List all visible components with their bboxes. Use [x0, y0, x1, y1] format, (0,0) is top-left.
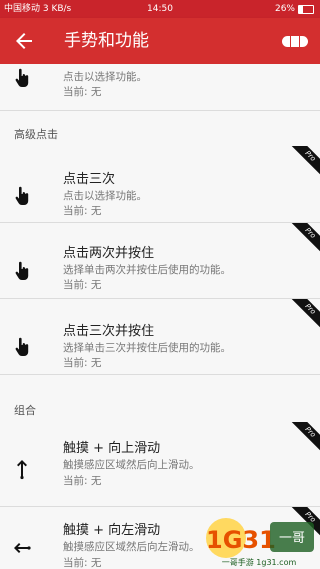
section-header-advanced-tap: 高级点击 [14, 128, 58, 141]
swipe-up-icon [17, 460, 27, 480]
back-arrow-icon[interactable] [12, 29, 36, 53]
item-title: 点击三次 [63, 172, 116, 187]
section-header-combo: 组合 [14, 404, 36, 417]
clock: 14:50 [147, 4, 173, 14]
item-title: 点击三次并按住 [63, 324, 155, 339]
item-subtitle: 点击以选择功能。 [63, 71, 147, 83]
item-subtitle: 选择单击两次并按住后使用的功能。 [63, 264, 231, 276]
svg-text:1G31: 1G31 [206, 526, 276, 554]
list-item-triple-tap[interactable]: 点击三次 点击以选择功能。 当前: 无 Pro [0, 146, 320, 223]
status-bar: 中国移动 3 KB/s 14:50 26% [0, 0, 320, 18]
item-subtitle: 触摸感应区域然后向上滑动。 [63, 459, 200, 471]
item-title: 触摸 + 向上滑动 [63, 441, 161, 456]
app-toolbar: 手势和功能 [0, 18, 320, 64]
swipe-left-icon [14, 543, 31, 553]
item-current-value: 当前: 无 [63, 279, 102, 291]
toggle-pill-icon[interactable] [282, 36, 308, 47]
settings-list: 点击以选择功能。 当前: 无 高级点击 点击三次 点击以选择功能。 当前: 无 … [0, 64, 320, 569]
watermark-logo: 1G31 一哥 一哥手游 1g31.com [206, 518, 314, 567]
pro-badge: Pro [290, 299, 320, 329]
svg-text:一哥手游 1g31.com: 一哥手游 1g31.com [222, 557, 297, 567]
battery-icon [298, 4, 314, 14]
item-subtitle: 选择单击三次并按住后使用的功能。 [63, 342, 231, 354]
list-item-touch-swipe-up[interactable]: 触摸 + 向上滑动 触摸感应区域然后向上滑动。 当前: 无 Pro [0, 422, 320, 507]
battery-percent: 26% [274, 4, 295, 14]
list-item-double-tap-hold[interactable]: 点击两次并按住 选择单击两次并按住后使用的功能。 当前: 无 Pro [0, 223, 320, 299]
item-title: 点击两次并按住 [63, 246, 155, 261]
svg-text:一哥: 一哥 [279, 531, 305, 546]
pro-badge: Pro [290, 223, 320, 253]
item-current-value: 当前: 无 [63, 557, 102, 569]
pro-badge: Pro [290, 422, 320, 452]
pro-badge: Pro [290, 146, 320, 176]
item-current-value: 当前: 无 [63, 205, 102, 217]
item-subtitle: 触摸感应区域然后向左滑动。 [63, 541, 200, 553]
item-title: 触摸 + 向左滑动 [63, 523, 161, 538]
item-current-value: 当前: 无 [63, 475, 102, 487]
page-title: 手势和功能 [64, 31, 149, 51]
item-current-value: 当前: 无 [63, 86, 102, 98]
status-right: 26% [275, 0, 314, 18]
tap-gesture-icon [15, 186, 29, 205]
item-current-value: 当前: 无 [63, 357, 102, 369]
list-item-tap[interactable]: 点击以选择功能。 当前: 无 [0, 64, 320, 111]
tap-gesture-icon [15, 261, 29, 280]
tap-gesture-icon [15, 68, 29, 87]
item-subtitle: 点击以选择功能。 [63, 190, 147, 202]
tap-gesture-icon [15, 337, 29, 356]
list-item-triple-tap-hold[interactable]: 点击三次并按住 选择单击三次并按住后使用的功能。 当前: 无 Pro [0, 299, 320, 375]
